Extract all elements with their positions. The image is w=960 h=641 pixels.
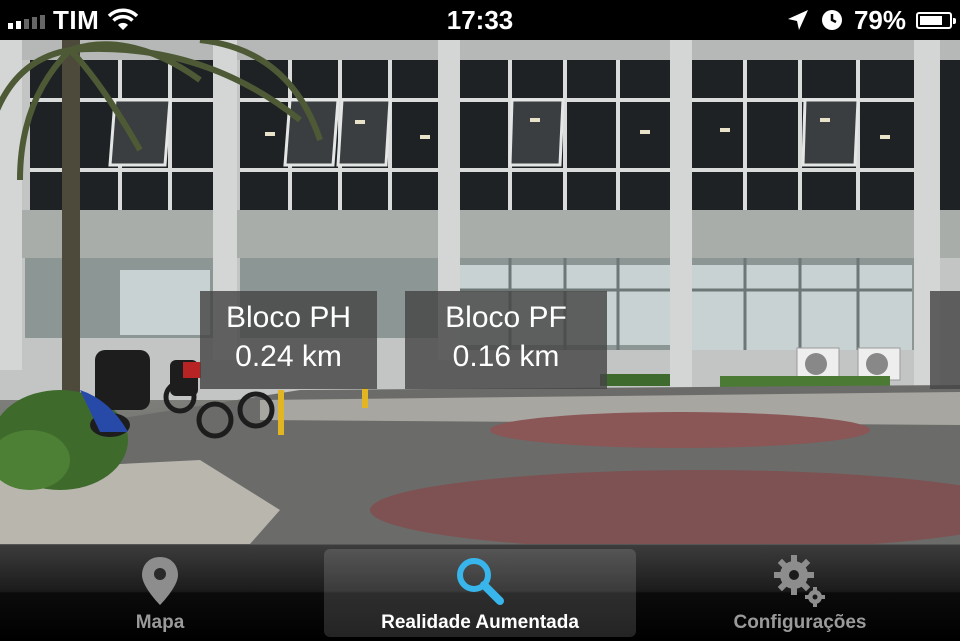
tab-label: Configurações — [733, 612, 867, 633]
ar-label-bloco-ph[interactable]: Bloco PH 0.24 km — [200, 291, 377, 389]
battery-fill — [920, 15, 942, 25]
tab-bar: Mapa Realidade Aumentada Configurações — [0, 544, 960, 641]
ar-label-distance: 0.16 km — [452, 340, 560, 373]
tab-configuracoes[interactable]: Configurações — [640, 545, 960, 641]
camera-view: Bloco PH 0.24 km Bloco PF 0.16 km — [0, 40, 960, 544]
gear-icon — [770, 551, 830, 611]
magnifier-icon — [452, 551, 508, 611]
status-right: 79% — [786, 0, 956, 40]
battery-percent: 79% — [853, 4, 906, 35]
status-bar: TIM 17:33 79% — [0, 0, 960, 40]
ar-label-offscreen[interactable] — [930, 291, 960, 389]
tab-label: Realidade Aumentada — [381, 612, 579, 633]
ar-label-name: Bloco PH — [225, 301, 352, 334]
battery-icon — [916, 11, 956, 29]
alarm-clock-icon — [821, 10, 842, 30]
tab-label: Mapa — [135, 612, 185, 633]
ar-label-distance: 0.24 km — [235, 340, 342, 373]
map-pin-icon — [140, 551, 180, 611]
ar-label-bloco-pf[interactable]: Bloco PF 0.16 km — [405, 291, 607, 389]
tab-realidade-aumentada[interactable]: Realidade Aumentada — [324, 549, 636, 637]
tab-mapa[interactable]: Mapa — [0, 545, 320, 641]
ar-label-name: Bloco PF — [445, 301, 567, 334]
location-arrow-icon — [787, 10, 808, 30]
